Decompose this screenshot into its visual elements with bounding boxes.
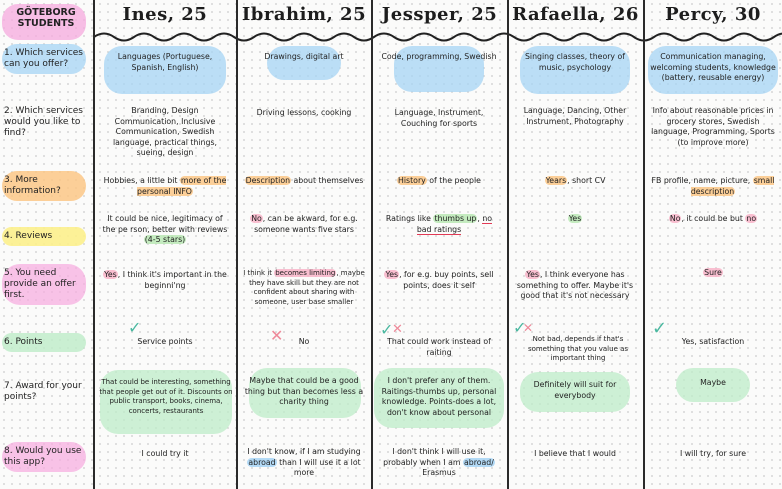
answer-q3-percy: FB profile, name, picture, small descrip… (651, 176, 775, 196)
question-2: 2. Which services would you like to find… (4, 106, 83, 138)
answer-q8-rafaella: I believe that I would (534, 449, 616, 458)
header-percy: Percy, 30 (665, 4, 761, 25)
corner-label: Göteborg students (16, 7, 76, 29)
answer-q7-rafaella: Definitely will suit for everybody (514, 372, 636, 412)
answer-q4-percy: No, it could be but no (668, 214, 758, 223)
header-ines: Ines, 25 (122, 4, 208, 25)
header-divider (94, 32, 782, 42)
check-icon: ✓ (128, 318, 142, 337)
column-divider (93, 0, 95, 489)
answer-q5-percy: Sure (703, 268, 723, 277)
header-rafaella: Rafaella, 26 (512, 4, 639, 25)
answer-q6-percy: Yes, satisfaction (681, 337, 745, 346)
answer-q3-rafaella: Years, short CV (544, 176, 606, 185)
answer-q7-jessper: I don't prefer any of them. Raitings-thu… (374, 368, 504, 428)
answer-q1-ibrahim: Drawings, digital art (243, 46, 365, 80)
column-divider (236, 0, 238, 489)
answer-q3-jessper: History of the people (397, 176, 481, 185)
answer-q5-rafaella: Yes, I think everyone has something to o… (516, 270, 634, 300)
question-6: 6. Points (2, 333, 90, 352)
answer-q8-ibrahim: I don't know, if I am studying abroad th… (247, 447, 361, 477)
answer-q1-ines: Languages (Portuguese, Spanish, English) (100, 46, 230, 94)
question-3: 3. More information? (2, 171, 90, 201)
question-5: 5. You need provide an offer first. (2, 264, 90, 305)
check-icon: ✓ (652, 318, 668, 339)
answer-q1-jessper: Code, programming, Swedish (378, 46, 500, 92)
question-4: 4. Reviews (2, 227, 90, 246)
answer-q2-jessper: Language, Instrument, Couching for sport… (394, 108, 484, 128)
answer-q5-jessper: Yes, for e.g. buy points, sell points, d… (384, 270, 494, 290)
question-7: 7. Award for your points? (4, 381, 82, 402)
header-jessper: Jessper, 25 (381, 4, 498, 25)
answer-q7-ibrahim: Maybe that could be a good thing but tha… (243, 368, 365, 418)
answer-q6-ibrahim: No (298, 337, 310, 346)
answer-q1-percy: Communication managing, welcoming studen… (648, 46, 778, 94)
answer-q3-ibrahim: Description about themselves (244, 176, 364, 185)
answer-q5-ines: Yes, I think it's important in the begin… (103, 270, 227, 290)
answer-q2-percy: Info about reasonable prices in grocery … (651, 106, 775, 147)
answer-q2-ibrahim: Driving lessons, cooking (256, 108, 352, 117)
cross-icon: ✕ (523, 321, 534, 335)
answer-q2-rafaella: Language, Dancing, Other Instrument, Pho… (523, 106, 627, 126)
answer-q4-rafaella: Yes (567, 214, 583, 223)
header-ibrahim: Ibrahim, 25 (241, 4, 367, 25)
column-divider (371, 0, 373, 489)
answer-q4-ibrahim: No, can be akward, for e.g. someone want… (250, 214, 358, 234)
answer-q7-percy: Maybe (648, 368, 778, 402)
question-1: 1. Which services can you offer? (2, 44, 90, 74)
answer-q4-jessper: Ratings like thumbs up, no bad ratings (385, 214, 493, 235)
cross-icon: ✕ (392, 322, 403, 337)
answer-q1-rafaella: Singing classes, theory of music, psycho… (514, 46, 636, 94)
answer-q8-percy: I will try, for sure (680, 449, 746, 458)
answer-q6-ines: Service points (137, 337, 193, 346)
answer-q5-ibrahim: I think it becomes limiting, maybe they … (243, 269, 365, 306)
answer-q7-ines: That could be interesting, something tha… (98, 370, 234, 434)
answer-q3-ines: Hobbies, a little bit more of the person… (103, 176, 227, 196)
column-divider (507, 0, 509, 489)
answer-q2-ines: Branding, Design Communication, Inclusiv… (112, 106, 217, 157)
question-8: 8. Would you use this app? (2, 442, 90, 472)
answer-q4-ines: It could be nice, legitimacy of the pe r… (102, 214, 228, 244)
answer-q6-jessper: That could work instead of raiting (387, 337, 491, 357)
answer-q8-ines: I could try it (141, 449, 189, 458)
answer-q6-rafaella: Not bad, depends if that's something tha… (527, 335, 629, 362)
board: Göteborg students Ines, 25 Ibrahim, 25 J… (0, 0, 782, 489)
answer-q8-jessper: I don't think I will use it, probably wh… (383, 447, 495, 477)
column-divider (643, 0, 645, 489)
